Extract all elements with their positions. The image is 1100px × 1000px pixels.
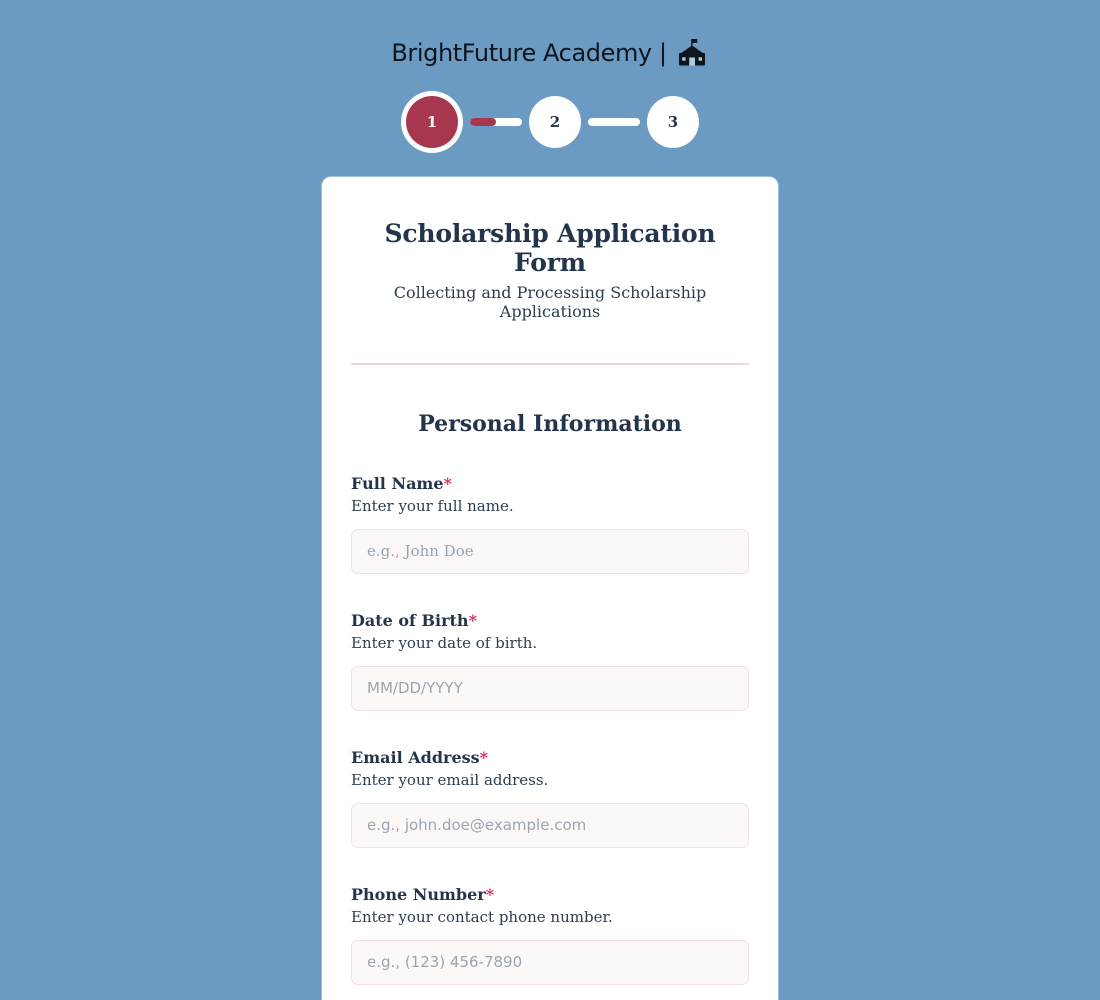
required-marker: * [479, 747, 489, 767]
stepper-step-3-number: 3 [667, 113, 679, 131]
field-phone-number-label: Phone Number* [351, 884, 495, 904]
field-date-of-birth: Date of Birth* Enter your date of birth. [351, 611, 749, 711]
page-title: Scholarship Application Form [384, 219, 716, 277]
field-full-name-hint: Enter your full name. [351, 497, 514, 516]
required-marker: * [468, 610, 477, 630]
stepper-connector-2 [588, 118, 640, 126]
stepper-step-2[interactable]: 2 [529, 96, 581, 148]
stepper-step-1[interactable]: 1 [406, 96, 458, 148]
field-full-name: Full Name* Enter your full name. [351, 474, 749, 574]
field-date-of-birth-label: Date of Birth* [351, 610, 477, 630]
email-address-input[interactable] [351, 802, 749, 848]
school-building-icon [677, 38, 709, 68]
field-phone-number-hint: Enter your contact phone number. [351, 908, 613, 926]
field-full-name-label: Full Name* [351, 474, 452, 493]
phone-number-input[interactable] [351, 939, 749, 985]
section-title-personal-information: Personal Information [418, 411, 682, 437]
stepper-connector-1-fill [470, 118, 496, 126]
stepper-step-2-number: 2 [549, 113, 561, 131]
progress-stepper: 1 2 3 [0, 96, 1100, 148]
brand-header: BrightFuture Academy | [0, 0, 1100, 68]
field-date-of-birth-hint: Enter your date of birth. [351, 634, 538, 653]
date-of-birth-input[interactable] [351, 665, 749, 711]
application-form-card: Scholarship Application Form Collecting … [321, 176, 779, 1000]
field-phone-number: Phone Number* Enter your contact phone n… [351, 885, 749, 985]
field-email-address: Email Address* Enter your email address. [351, 748, 749, 848]
brand-title: BrightFuture Academy | [391, 39, 667, 67]
field-email-address-label: Email Address* [351, 747, 489, 767]
required-marker: * [443, 474, 452, 493]
field-email-address-hint: Enter your email address. [351, 771, 549, 790]
stepper-connector-1 [470, 118, 522, 126]
stepper-step-3[interactable]: 3 [647, 96, 699, 148]
page-subtitle: Collecting and Processing Scholarship Ap… [393, 283, 707, 321]
full-name-input[interactable] [351, 528, 749, 574]
required-marker: * [485, 884, 495, 904]
stepper-step-1-number: 1 [426, 113, 438, 131]
section-divider [351, 363, 749, 365]
